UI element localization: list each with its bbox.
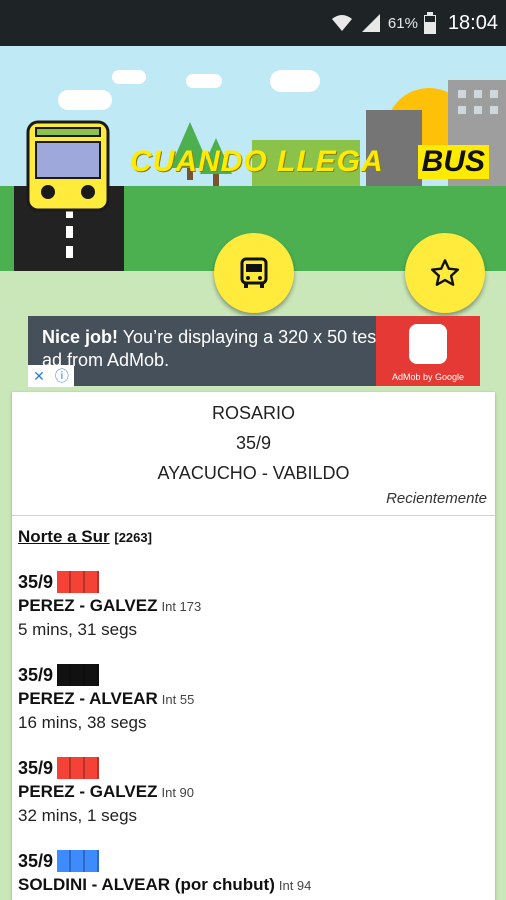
- star-icon: [430, 259, 460, 286]
- arrival-line: 35/9: [18, 757, 54, 778]
- arrival-item: 35/9 PEREZ - GALVEZ Int 90 32 mins, 1 seg…: [18, 756, 488, 828]
- admob-logo: AdMob by Google: [376, 316, 480, 386]
- app-title-main: CUANDO LLEGA: [130, 145, 384, 178]
- bus-logo-icon: [26, 120, 110, 212]
- direction-name: Norte a Sur: [18, 527, 110, 546]
- road-marking: [66, 226, 73, 238]
- battery-percent: 61%: [387, 14, 418, 32]
- arrival-line: 35/9: [18, 850, 54, 871]
- road-marking: [66, 246, 73, 258]
- line-color-badge: [57, 757, 100, 779]
- cloud: [186, 74, 222, 88]
- building-window: [490, 90, 498, 98]
- line-label: 35/9: [235, 433, 272, 453]
- building-window: [474, 106, 482, 114]
- admob-caption: AdMob by Google: [391, 372, 465, 382]
- arrival-eta: 32 mins, 1 segs: [18, 806, 138, 825]
- bus-button[interactable]: [214, 233, 294, 313]
- arrival-line: 35/9: [18, 664, 54, 685]
- recent-label: Recientemente: [386, 490, 487, 507]
- status-bar: 61% 18:04: [0, 0, 506, 46]
- favorites-button[interactable]: [405, 233, 485, 313]
- arrival-line: 35/9: [18, 571, 54, 592]
- cloud: [58, 90, 112, 110]
- arrival-unit: Int 90: [161, 785, 195, 800]
- clock: 18:04: [447, 11, 498, 34]
- close-icon[interactable]: ✕: [33, 368, 45, 385]
- line-color-badge: [57, 571, 100, 593]
- arrival-unit: Int 55: [161, 692, 195, 707]
- cloud: [270, 70, 320, 92]
- admob-logo-icon: [409, 324, 447, 364]
- building-window: [474, 90, 482, 98]
- arrival-eta: 5 mins, 31 segs: [18, 620, 138, 639]
- app-title-accent: BUS: [417, 145, 489, 179]
- info-icon[interactable]: ⓘ: [55, 366, 69, 386]
- ad-text: Nice job! You’re displaying a 320 x 50 t…: [42, 326, 382, 372]
- arrival-item: 35/9 PEREZ - ALVEAR Int 55 16 mins, 38 se…: [18, 663, 488, 735]
- building-window: [458, 90, 466, 98]
- arrival-route: PEREZ - ALVEAR: [18, 689, 158, 708]
- stop-label: AYACUCHO - VABILDO: [157, 463, 350, 483]
- building-window: [458, 106, 466, 114]
- battery-icon: [423, 12, 436, 34]
- arrival-item: 35/9 SOLDINI - ALVEAR (por chubut) Int 94: [18, 849, 488, 900]
- line-color-badge: [57, 850, 100, 872]
- arrival-route: PEREZ - GALVEZ: [18, 782, 158, 801]
- arrival-unit: Int 94: [278, 878, 312, 893]
- ad-banner[interactable]: Nice job! You’re displaying a 320 x 50 t…: [28, 316, 480, 386]
- direction-code: [2263]: [114, 530, 152, 545]
- status-icons: 61% 18:04: [330, 0, 498, 46]
- building-window: [490, 106, 498, 114]
- arrival-eta: 16 mins, 38 segs: [18, 713, 147, 732]
- signal-icon: [361, 14, 380, 32]
- arrival-item: 35/9 PEREZ - GALVEZ Int 173 5 mins, 31 se…: [18, 570, 488, 642]
- app-title: CUANDO LLEGA BUS: [130, 142, 489, 182]
- line-color-badge: [57, 664, 100, 686]
- stop-header: ROSARIO 35/9 AYACUCHO - VABILDO: [12, 392, 495, 488]
- arrival-route: PEREZ - GALVEZ: [18, 596, 158, 615]
- arrivals-card: ROSARIO 35/9 AYACUCHO - VABILDO Reciente…: [12, 392, 495, 900]
- ad-choices[interactable]: ✕ ⓘ: [28, 365, 74, 387]
- bus-icon: [240, 257, 268, 288]
- direction-label: Norte a Sur [2263]: [18, 527, 152, 547]
- ad-headline: Nice job!: [42, 327, 119, 347]
- arrival-route: SOLDINI - ALVEAR (por chubut): [18, 875, 275, 894]
- city-label: ROSARIO: [211, 403, 295, 423]
- cloud: [112, 70, 146, 84]
- arrival-unit: Int 173: [161, 599, 202, 614]
- wifi-icon: [331, 15, 352, 31]
- divider: [12, 515, 495, 516]
